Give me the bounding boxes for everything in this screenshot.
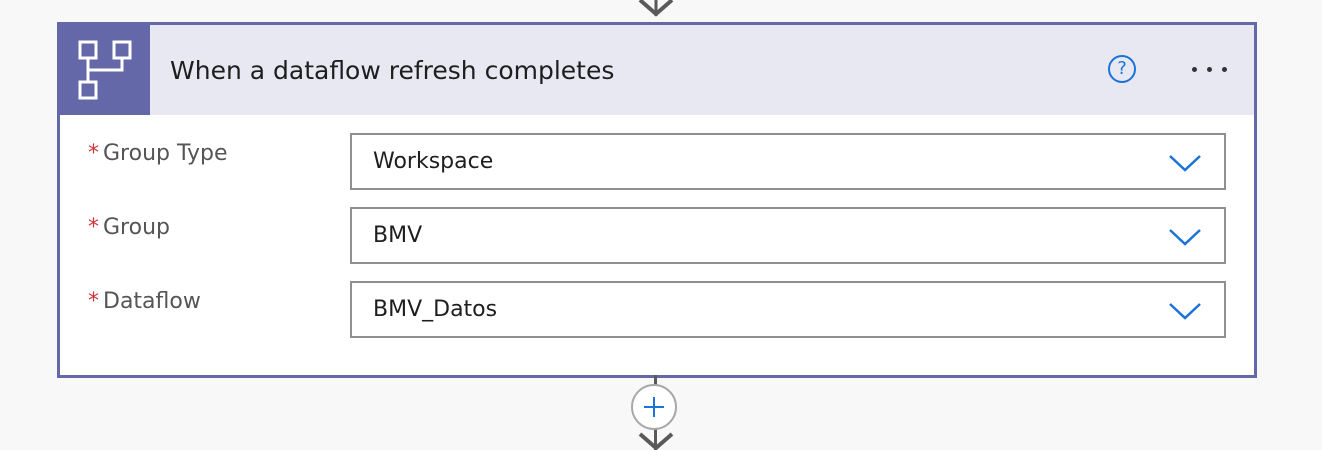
required-marker: * [88, 289, 99, 314]
field-row-group: * Group BMV [60, 207, 1254, 264]
dataflow-value: BMV_Datos [373, 297, 498, 322]
group-type-value: Workspace [373, 149, 494, 174]
flow-canvas: When a dataflow refresh completes ? * Gro… [0, 0, 1322, 450]
incoming-arrow-icon [638, 0, 674, 17]
outgoing-arrow-icon [638, 432, 674, 450]
field-row-dataflow: * Dataflow BMV_Datos [60, 281, 1254, 338]
field-row-group-type: * Group Type Workspace [60, 133, 1254, 190]
card-header[interactable]: When a dataflow refresh completes ? [60, 25, 1254, 115]
card-title: When a dataflow refresh completes [170, 56, 615, 85]
dataflow-dropdown[interactable]: BMV_Datos [350, 281, 1226, 338]
chevron-down-icon [1169, 155, 1201, 172]
field-label-group-type: * Group Type [88, 141, 228, 166]
chevron-down-icon [1169, 229, 1201, 246]
field-label-dataflow: * Dataflow [88, 289, 201, 314]
more-options-ellipsis-icon[interactable] [1184, 51, 1234, 87]
group-type-dropdown[interactable]: Workspace [350, 133, 1226, 190]
required-marker: * [88, 215, 99, 240]
chevron-down-icon [1169, 303, 1201, 320]
add-step-plus-icon[interactable] [631, 384, 677, 430]
trigger-card[interactable]: When a dataflow refresh completes ? * Gro… [57, 22, 1257, 378]
dataflow-icon [60, 25, 150, 115]
group-dropdown[interactable]: BMV [350, 207, 1226, 264]
help-question-icon[interactable]: ? [1108, 55, 1136, 83]
field-label-group: * Group [88, 215, 170, 240]
required-marker: * [88, 141, 99, 166]
group-value: BMV [373, 223, 423, 248]
